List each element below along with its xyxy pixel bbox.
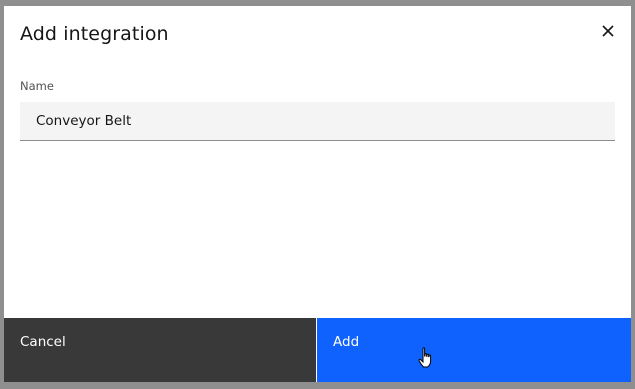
window-frame: Add integration Name Cancel Add bbox=[0, 0, 635, 389]
close-icon bbox=[602, 25, 614, 37]
dialog-title: Add integration bbox=[20, 23, 169, 45]
name-field-label: Name bbox=[20, 79, 54, 93]
dialog-footer: Cancel Add bbox=[4, 318, 631, 382]
add-integration-dialog: Add integration Name Cancel Add bbox=[4, 6, 631, 382]
name-input[interactable] bbox=[20, 102, 615, 141]
cancel-button[interactable]: Cancel bbox=[4, 318, 317, 382]
add-button-label: Add bbox=[333, 334, 360, 350]
cancel-button-label: Cancel bbox=[20, 334, 66, 350]
close-button[interactable] bbox=[599, 22, 617, 40]
add-button[interactable]: Add bbox=[317, 318, 631, 382]
